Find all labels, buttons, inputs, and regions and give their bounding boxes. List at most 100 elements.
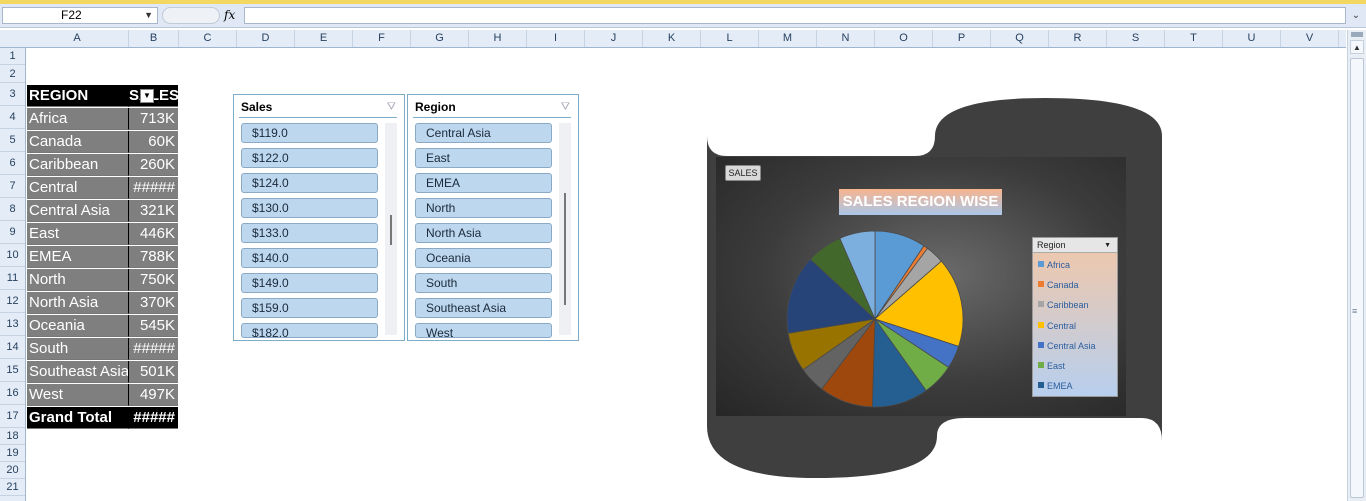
row-header-9[interactable]: 9 — [0, 221, 25, 244]
pivot-sales-cell[interactable]: ##### — [128, 338, 178, 360]
row-header-8[interactable]: 8 — [0, 198, 25, 221]
column-header-a[interactable]: A — [26, 30, 129, 47]
column-header-n[interactable]: N — [817, 30, 875, 47]
row-header-16[interactable]: 16 — [0, 382, 25, 405]
pivot-region-cell[interactable]: West — [27, 384, 128, 406]
legend-header[interactable]: Region ▼ — [1033, 238, 1117, 253]
formula-input[interactable] — [244, 7, 1346, 24]
scroll-thumb[interactable] — [1350, 58, 1364, 498]
grand-total-row[interactable]: Grand Total ##### — [27, 407, 178, 429]
pivot-row[interactable]: West 497K — [27, 384, 178, 406]
pivot-row[interactable]: North 750K — [27, 269, 178, 291]
slicer-item[interactable]: Central Asia — [415, 123, 552, 143]
column-header-g[interactable]: G — [411, 30, 469, 47]
chevron-down-icon[interactable]: ▼ — [1104, 238, 1111, 253]
vertical-scrollbar[interactable]: ▲ ≡ — [1347, 30, 1366, 501]
row-header-11[interactable]: 11 — [0, 267, 25, 290]
column-header-i[interactable]: I — [527, 30, 585, 47]
row-header-13[interactable]: 13 — [0, 313, 25, 336]
pivot-sales-cell[interactable]: 788K — [128, 246, 178, 268]
pivot-sales-cell[interactable]: 446K — [128, 223, 178, 245]
scroll-up-button[interactable]: ▲ — [1350, 40, 1364, 54]
pivot-region-cell[interactable]: Central — [27, 177, 128, 199]
slicer-item[interactable]: $122.0 — [241, 148, 378, 168]
legend-item[interactable]: Central — [1038, 321, 1076, 331]
slicer-item[interactable]: North Asia — [415, 223, 552, 243]
row-header-12[interactable]: 12 — [0, 290, 25, 313]
pivot-region-cell[interactable]: EMEA — [27, 246, 128, 268]
clear-filter-icon[interactable]: ⛛ — [387, 101, 396, 114]
row-header-10[interactable]: 10 — [0, 244, 25, 267]
pivot-sales-cell[interactable]: 370K — [128, 292, 178, 314]
pivot-region-cell[interactable]: Canada — [27, 131, 128, 153]
column-header-b[interactable]: B — [129, 30, 179, 47]
pivot-region-cell[interactable]: East — [27, 223, 128, 245]
row-header-20[interactable]: 20 — [0, 462, 25, 479]
row-header-15[interactable]: 15 — [0, 359, 25, 382]
row-header-18[interactable]: 18 — [0, 428, 25, 445]
pivot-row[interactable]: Southeast Asia 501K — [27, 361, 178, 383]
pie-chart[interactable] — [780, 224, 970, 414]
slicer-item[interactable]: West — [415, 323, 552, 338]
column-header-s[interactable]: S — [1107, 30, 1165, 47]
pivot-region-cell[interactable]: North — [27, 269, 128, 291]
pivot-row[interactable]: Oceania 545K — [27, 315, 178, 337]
row-header-7[interactable]: 7 — [0, 175, 25, 198]
chevron-down-icon[interactable]: ▼ — [144, 8, 153, 23]
expand-formula-bar-icon[interactable]: ⌄ — [1349, 7, 1363, 24]
row-header-14[interactable]: 14 — [0, 336, 25, 359]
filter-dropdown-icon[interactable]: ▼ — [140, 89, 154, 103]
slicer-item[interactable]: North — [415, 198, 552, 218]
pivot-sales-cell[interactable]: 60K — [128, 131, 178, 153]
pivot-sales-cell[interactable]: 501K — [128, 361, 178, 383]
column-header-l[interactable]: L — [701, 30, 759, 47]
legend-item[interactable]: Canada — [1038, 280, 1079, 290]
column-header-q[interactable]: Q — [991, 30, 1049, 47]
pivot-sales-cell[interactable]: 260K — [128, 154, 178, 176]
slicer-item[interactable]: Oceania — [415, 248, 552, 268]
column-header-k[interactable]: K — [643, 30, 701, 47]
legend-item[interactable]: EMEA — [1038, 381, 1073, 391]
column-header-m[interactable]: M — [759, 30, 817, 47]
formula-cancel-enter-button[interactable] — [162, 7, 220, 24]
pivot-region-cell[interactable]: Africa — [27, 108, 128, 130]
column-header-r[interactable]: R — [1049, 30, 1107, 47]
column-header-h[interactable]: H — [469, 30, 527, 47]
column-header-d[interactable]: D — [237, 30, 295, 47]
column-header-p[interactable]: P — [933, 30, 991, 47]
row-header-3[interactable]: 3 — [0, 83, 25, 106]
row-header-1[interactable]: 1 — [0, 48, 25, 65]
slicer-item[interactable]: East — [415, 148, 552, 168]
pivot-sales-cell[interactable]: 545K — [128, 315, 178, 337]
column-header-j[interactable]: J — [585, 30, 643, 47]
pivot-region-cell[interactable]: Central Asia — [27, 200, 128, 222]
slicer-scroll-thumb[interactable] — [564, 193, 566, 305]
slicer-item[interactable]: $124.0 — [241, 173, 378, 193]
slicer-item[interactable]: $133.0 — [241, 223, 378, 243]
grand-total-value[interactable]: ##### — [128, 407, 178, 429]
chart-legend[interactable]: Region ▼ Africa Canada Caribbean Central Cent… — [1032, 237, 1118, 397]
insert-function-button[interactable]: fx — [224, 8, 235, 22]
slicer-item[interactable]: $159.0 — [241, 298, 378, 318]
row-header-17[interactable]: 17 — [0, 405, 25, 428]
pivot-row[interactable]: EMEA 788K — [27, 246, 178, 268]
split-handle[interactable] — [1351, 32, 1363, 37]
slicer-item[interactable]: $149.0 — [241, 273, 378, 293]
grand-total-label[interactable]: Grand Total — [27, 407, 128, 429]
slicer-item[interactable]: Southeast Asia — [415, 298, 552, 318]
pivot-header-region[interactable]: REGION — [27, 85, 128, 107]
slicer-item[interactable]: EMEA — [415, 173, 552, 193]
pivot-row[interactable]: South ##### — [27, 338, 178, 360]
slicer-item[interactable]: $130.0 — [241, 198, 378, 218]
legend-item[interactable]: Central Asia — [1038, 341, 1096, 351]
pivot-row[interactable]: Africa 713K — [27, 108, 178, 130]
pivot-region-cell[interactable]: Caribbean — [27, 154, 128, 176]
slicer-item[interactable]: $182.0 — [241, 323, 378, 338]
legend-item[interactable]: Caribbean — [1038, 300, 1089, 310]
row-header-2[interactable]: 2 — [0, 65, 25, 83]
pivot-region-cell[interactable]: Oceania — [27, 315, 128, 337]
row-header-21[interactable]: 21 — [0, 479, 25, 496]
legend-item[interactable]: East — [1038, 361, 1065, 371]
column-header-t[interactable]: T — [1165, 30, 1223, 47]
pivot-region-cell[interactable]: Southeast Asia — [27, 361, 128, 383]
